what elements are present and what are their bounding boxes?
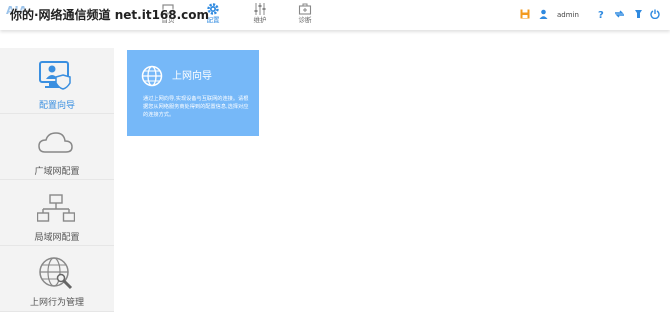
toolbox-icon [298, 3, 312, 15]
svg-text:?: ? [598, 10, 604, 19]
tab-maintenance[interactable]: 维护 [244, 2, 276, 30]
card-description: 通过上网向导,实现设备与互联网的连接。请根据您从网络服务商处得到的配置信息,选择… [143, 96, 249, 118]
monitor-shield-icon [39, 61, 71, 90]
help-icon[interactable]: ? [597, 9, 605, 19]
sidebar: 配置向导 广域网配置 局域网配置 上网行为管理 [0, 48, 114, 312]
username-label[interactable]: admin [557, 11, 579, 19]
globe-icon [141, 65, 163, 87]
tab-diagnose[interactable]: 诊断 [289, 2, 321, 30]
refresh-arrows-icon[interactable] [614, 9, 625, 19]
sidebar-item-config-wizard[interactable]: 配置向导 [0, 48, 114, 114]
lan-network-icon [37, 194, 75, 222]
sidebar-item-behavior-management[interactable]: 上网行为管理 [0, 246, 114, 312]
wrench-icon[interactable] [634, 9, 643, 19]
sidebar-item-label: 局域网配置 [34, 233, 80, 243]
sidebar-item-label: 广域网配置 [34, 167, 80, 177]
tab-maintenance-label: 维护 [253, 16, 267, 24]
sidebar-item-wan-config[interactable]: 广域网配置 [0, 114, 114, 180]
globe-wrench-icon [39, 257, 73, 290]
sidebar-item-label: 上网行为管理 [29, 298, 84, 308]
tab-diagnose-label: 诊断 [298, 16, 312, 24]
sidebar-item-lan-config[interactable]: 局域网配置 [0, 180, 114, 246]
cloud-icon [38, 132, 73, 153]
watermark: 你的·网络通信频道 net.it168.com [10, 8, 210, 22]
sidebar-item-label: 配置向导 [38, 101, 75, 111]
save-icon[interactable] [520, 9, 530, 19]
user-icon [539, 9, 548, 19]
card-title: 上网向导 [172, 71, 212, 82]
sliders-icon [254, 3, 266, 15]
internet-wizard-card[interactable]: 上网向导 通过上网向导,实现设备与互联网的连接。请根据您从网络服务商处得到的配置… [127, 50, 259, 136]
logout-icon[interactable] [650, 9, 660, 19]
